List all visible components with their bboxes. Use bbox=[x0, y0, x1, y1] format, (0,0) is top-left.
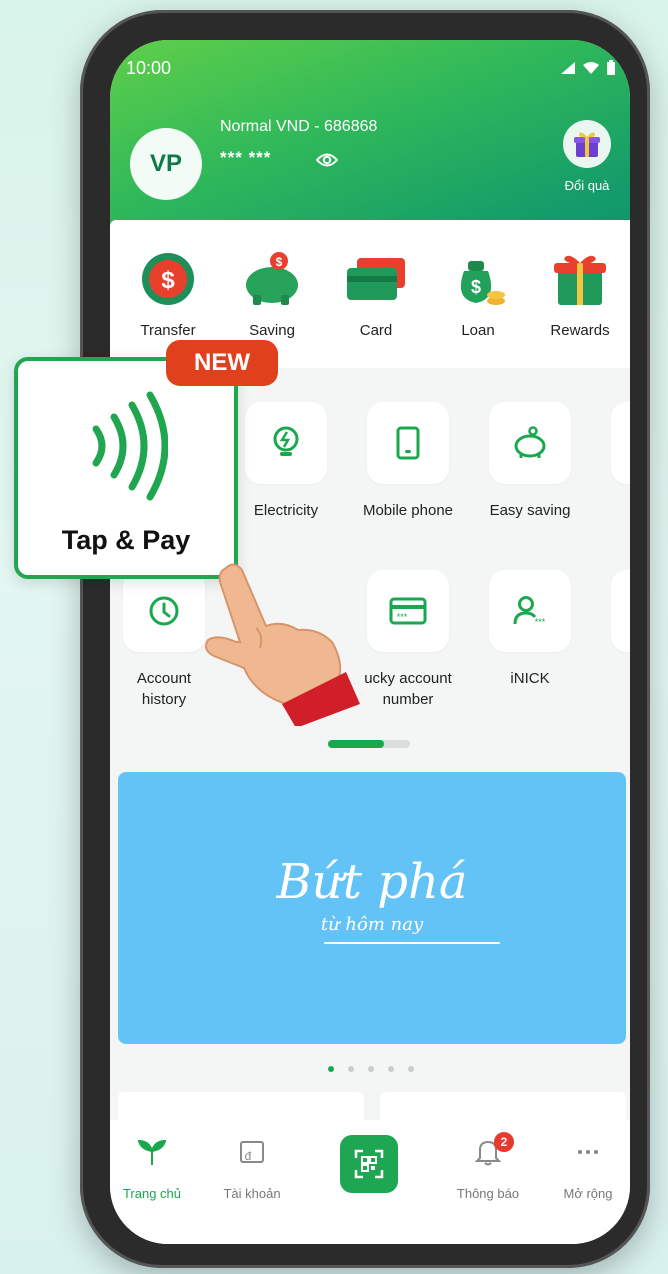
battery-icon bbox=[607, 60, 615, 75]
tap-and-pay-label: Tap & Pay bbox=[61, 525, 191, 555]
signal-icon bbox=[561, 62, 575, 74]
quick-action-label: Loan bbox=[461, 322, 495, 339]
reward-exchange-label: Đổi quà bbox=[564, 178, 610, 193]
svg-text:$: $ bbox=[161, 267, 175, 294]
account-icon: đ bbox=[202, 1132, 302, 1172]
nav-notifications[interactable]: 2 Thông báo bbox=[438, 1132, 538, 1201]
service-label: Mobile phone bbox=[362, 502, 454, 519]
promo-banner[interactable]: Bứt phá từ hôm nay bbox=[118, 772, 626, 1044]
nav-account[interactable]: đ Tài khoản bbox=[202, 1132, 302, 1201]
card-icon bbox=[343, 248, 409, 310]
service-label: Ot bbox=[592, 668, 630, 689]
quick-action-transfer[interactable]: $ Transfer bbox=[120, 248, 216, 339]
banner-dot[interactable] bbox=[388, 1066, 394, 1072]
banner-title: Bứt phá bbox=[276, 854, 468, 910]
banner-dot[interactable] bbox=[368, 1066, 374, 1072]
quick-action-saving[interactable]: $ Saving bbox=[224, 248, 320, 339]
quick-action-card[interactable]: Card bbox=[328, 248, 424, 339]
reward-exchange-button[interactable]: Đổi quà bbox=[558, 120, 616, 193]
quick-action-label: Card bbox=[359, 322, 393, 339]
banner-dot[interactable] bbox=[328, 1066, 334, 1072]
service-other[interactable]: Ot bbox=[592, 570, 630, 689]
qr-scan-button[interactable] bbox=[340, 1135, 398, 1193]
qr-scan-icon bbox=[354, 1149, 384, 1179]
eye-icon[interactable] bbox=[316, 152, 338, 168]
avatar[interactable]: VP bbox=[130, 128, 202, 200]
quick-action-label: Rewards bbox=[550, 322, 610, 339]
banner-dot[interactable] bbox=[348, 1066, 354, 1072]
svg-text:$: $ bbox=[276, 255, 283, 269]
nav-label: Mở rộng bbox=[563, 1186, 613, 1201]
more-icon bbox=[611, 570, 630, 652]
svg-text:$: $ bbox=[471, 277, 481, 297]
services-pager bbox=[328, 740, 410, 748]
svg-text:***: *** bbox=[535, 617, 546, 627]
clock-icon bbox=[123, 570, 205, 652]
water-drop-icon bbox=[611, 402, 630, 484]
home-leaf-icon bbox=[110, 1132, 202, 1172]
more-dots-icon bbox=[538, 1132, 630, 1172]
money-bag-icon: $ bbox=[445, 248, 511, 310]
service-easy-saving[interactable]: Easy saving bbox=[470, 402, 590, 521]
banner-underline bbox=[324, 942, 500, 944]
pointing-hand-icon bbox=[205, 563, 360, 726]
banner-subtitle: từ hôm nay bbox=[320, 914, 424, 935]
card-stars-icon: *** bbox=[367, 570, 449, 652]
status-time: 10:00 bbox=[126, 58, 172, 78]
service-inick[interactable]: *** iNICK bbox=[470, 570, 590, 689]
gift-icon bbox=[563, 120, 611, 168]
quick-action-rewards[interactable]: Rewards bbox=[532, 248, 628, 339]
piggy-bank-icon: $ bbox=[239, 248, 305, 310]
transfer-icon: $ bbox=[135, 248, 201, 310]
phone-screen: 10:00 VP Normal VND - 686868 *** *** Đổi… bbox=[110, 40, 630, 1244]
quick-action-loan[interactable]: $ Loan bbox=[430, 248, 526, 339]
mobile-phone-icon bbox=[367, 402, 449, 484]
service-water[interactable]: Wa bbox=[592, 402, 630, 521]
account-balance: *** *** bbox=[220, 148, 272, 167]
tap-and-pay-button[interactable]: Tap & Pay bbox=[14, 357, 238, 579]
account-name[interactable]: Normal VND - 686868 bbox=[220, 118, 377, 136]
new-badge: NEW bbox=[166, 340, 278, 386]
bulb-icon bbox=[245, 402, 327, 484]
service-electricity[interactable]: Electricity bbox=[226, 402, 346, 521]
notification-badge: 2 bbox=[494, 1132, 514, 1152]
nav-label: Trang chủ bbox=[122, 1186, 182, 1201]
service-label: Easy saving bbox=[489, 502, 571, 519]
bottom-nav: Trang chủ đ Tài khoản 2 Thông báo Mở rộn… bbox=[110, 1120, 630, 1244]
service-mobile-phone[interactable]: Mobile phone bbox=[348, 402, 468, 521]
service-label: iNICK bbox=[510, 670, 550, 687]
nav-label: Thông báo bbox=[456, 1186, 520, 1201]
svg-text:***: *** bbox=[397, 612, 408, 622]
service-lucky-account-number[interactable]: *** ucky account number bbox=[348, 570, 468, 710]
service-label-line: ucky account bbox=[364, 670, 452, 687]
service-label-line: number bbox=[382, 691, 434, 708]
quick-action-label: Saving bbox=[249, 322, 295, 339]
status-bar: 10:00 bbox=[126, 58, 622, 82]
nfc-contactless-icon bbox=[92, 391, 168, 501]
service-label: Wa bbox=[592, 500, 630, 521]
nav-label: Tài khoản bbox=[223, 1186, 281, 1201]
svg-text:đ: đ bbox=[245, 1149, 252, 1163]
nav-home[interactable]: Trang chủ bbox=[110, 1132, 202, 1201]
user-stars-icon: *** bbox=[489, 570, 571, 652]
status-icons bbox=[560, 60, 616, 76]
service-label: Electricity bbox=[253, 502, 319, 519]
wifi-icon bbox=[583, 62, 599, 74]
services-pager-indicator bbox=[328, 740, 384, 748]
gift-box-icon bbox=[547, 248, 613, 310]
piggy-icon bbox=[489, 402, 571, 484]
banner-dot[interactable] bbox=[408, 1066, 414, 1072]
quick-action-label: Transfer bbox=[140, 322, 196, 339]
nav-more[interactable]: Mở rộng bbox=[538, 1132, 630, 1201]
banner-dots bbox=[328, 1066, 414, 1072]
bell-icon: 2 bbox=[438, 1132, 538, 1172]
